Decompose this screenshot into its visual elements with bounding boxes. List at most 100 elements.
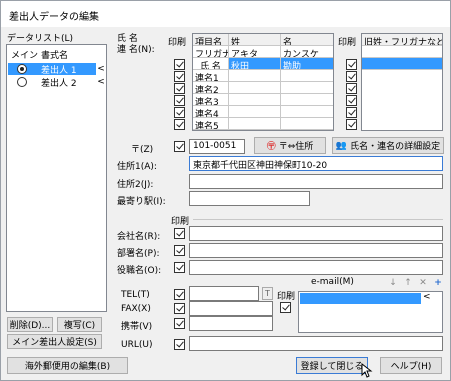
tel-label: TEL(T)	[121, 290, 150, 300]
dept-input[interactable]	[189, 243, 443, 258]
old-names-row[interactable]	[362, 58, 442, 70]
name-detail-label: 氏名・連名の詳細設定	[350, 142, 441, 152]
old-names-grid[interactable]: 旧姓・フリガナなど	[361, 33, 443, 131]
help-button[interactable]: ヘルプ(H)	[380, 357, 442, 374]
move-up-icon[interactable]: ↑	[401, 277, 415, 289]
tel-type-icon[interactable]: T	[262, 287, 273, 300]
move-down-icon[interactable]: ↓	[386, 277, 400, 289]
row-item: 氏 名	[193, 58, 229, 70]
row-last[interactable]: アキタ	[229, 46, 281, 58]
row-item: 連名5	[193, 118, 229, 130]
email-row[interactable]	[300, 293, 421, 304]
print-check-old-joint1[interactable]	[346, 71, 357, 82]
print-check-joint3[interactable]	[174, 95, 185, 106]
main-radio-1[interactable]	[17, 64, 27, 74]
print-check-tel[interactable]	[174, 289, 185, 300]
print-check-title[interactable]	[174, 262, 185, 273]
datalist-row-name: 差出人 2	[41, 79, 77, 89]
old-names-header: 旧姓・フリガナなど	[362, 34, 442, 46]
email-list[interactable]: <	[298, 291, 443, 333]
print-check-joint5[interactable]	[174, 119, 185, 130]
email-label: e-mail(M)	[311, 277, 354, 287]
col-first-header: 名	[281, 34, 333, 46]
print-check-company[interactable]	[174, 228, 185, 239]
dept-label: 部署名(P):	[117, 249, 160, 259]
main-sender-button[interactable]: メイン差出人設定(S)	[7, 334, 102, 349]
row-item: 連名1	[193, 70, 229, 82]
row-last[interactable]	[229, 70, 281, 82]
row-first[interactable]	[281, 70, 333, 82]
zip-convert-button[interactable]: 〶 〒⇔住所	[254, 137, 326, 154]
title-input[interactable]	[189, 260, 443, 275]
row-first[interactable]	[281, 106, 333, 118]
row-last[interactable]	[229, 118, 281, 130]
postal-mark-icon: 〶	[266, 142, 276, 152]
delete-button[interactable]: 削除(D)...	[7, 317, 53, 332]
company-divider	[193, 219, 443, 220]
print-check-old-joint5[interactable]	[346, 119, 357, 130]
print-check-old-joint3[interactable]	[346, 95, 357, 106]
row-first[interactable]	[281, 94, 333, 106]
add-icon[interactable]: +	[431, 277, 445, 289]
print-check-url[interactable]	[174, 339, 185, 350]
print-check-joint1[interactable]	[174, 71, 185, 82]
station-label: 最寄り駅(I):	[117, 197, 166, 207]
row-first[interactable]: 勘助	[281, 58, 333, 70]
zip-convert-label: 〒⇔住所	[278, 142, 314, 152]
datalist-row-name: 差出人 1	[41, 66, 77, 76]
old-names-row[interactable]	[362, 46, 442, 58]
row-item: フリガナ	[193, 46, 229, 58]
row-item: 連名2	[193, 82, 229, 94]
print-check-name[interactable]	[174, 59, 185, 70]
print-check-dept[interactable]	[174, 245, 185, 256]
overseas-edit-button[interactable]: 海外郵便用の編集(B)	[7, 357, 128, 374]
addr1-label: 住所1(A):	[117, 162, 157, 172]
datalist-col-name: 書式名	[41, 51, 69, 61]
row-first[interactable]	[281, 118, 333, 130]
row-item: 連名4	[193, 106, 229, 118]
dialog-window: 差出人データの編集 データリスト(L) メイン 書式名 差出人 1 < 差出人 …	[0, 0, 451, 381]
window-title: 差出人データの編集	[9, 12, 99, 23]
url-input[interactable]	[189, 336, 443, 351]
datalist[interactable]: メイン 書式名 差出人 1 < 差出人 2 <	[6, 44, 107, 312]
delete-icon[interactable]: ✕	[416, 277, 430, 289]
print-check-fax[interactable]	[174, 303, 185, 314]
names-grid[interactable]: 項目名 姓 名 フリガナ アキタ カンスケ 氏 名 秋田 勘助 連名1 連名2 …	[192, 33, 334, 131]
print-check-joint4[interactable]	[174, 107, 185, 118]
fax-input[interactable]	[189, 301, 273, 316]
row-first[interactable]: カンスケ	[281, 46, 333, 58]
tel-input[interactable]	[189, 286, 259, 301]
addr1-input[interactable]: 東京都千代田区神田神保町10-20	[189, 156, 443, 171]
print-check-zip[interactable]	[174, 141, 185, 152]
row-last[interactable]	[229, 106, 281, 118]
print-check-mobile[interactable]	[174, 318, 185, 329]
names-section-label: 氏 名 連 名(N):	[117, 34, 155, 55]
zip-input[interactable]: 101-0051	[189, 139, 245, 154]
company-input[interactable]	[189, 226, 443, 241]
name-detail-button[interactable]: 👥 氏名・連名の詳細設定	[332, 137, 444, 154]
datalist-row-1[interactable]: 差出人 1	[8, 63, 105, 76]
mobile-label: 携帯(V)	[121, 322, 153, 332]
datalist-row-2[interactable]: 差出人 2	[8, 76, 105, 89]
row-last[interactable]: 秋田	[229, 58, 281, 70]
names-print-label: 印刷	[168, 38, 187, 48]
email-print-label: 印刷	[277, 292, 296, 302]
print-check-old-joint4[interactable]	[346, 107, 357, 118]
company-label: 会社名(R):	[117, 232, 161, 242]
row-last[interactable]	[229, 94, 281, 106]
print-check-old-joint2[interactable]	[346, 83, 357, 94]
save-close-button[interactable]: 登録して閉じる	[296, 357, 368, 374]
row-last[interactable]	[229, 82, 281, 94]
mobile-input[interactable]	[189, 316, 273, 331]
addr2-input[interactable]	[189, 174, 443, 189]
copy-button[interactable]: 複写(C)	[57, 317, 102, 332]
print-check-email[interactable]	[280, 302, 291, 313]
main-radio-2[interactable]	[17, 77, 27, 87]
col-last-header: 姓	[229, 34, 281, 46]
station-input[interactable]	[189, 191, 310, 206]
print-check-joint2[interactable]	[174, 83, 185, 94]
row-first[interactable]	[281, 82, 333, 94]
print-check-old-name[interactable]	[346, 59, 357, 70]
url-label: URL(U)	[121, 340, 153, 350]
mouse-cursor-icon	[361, 363, 373, 378]
